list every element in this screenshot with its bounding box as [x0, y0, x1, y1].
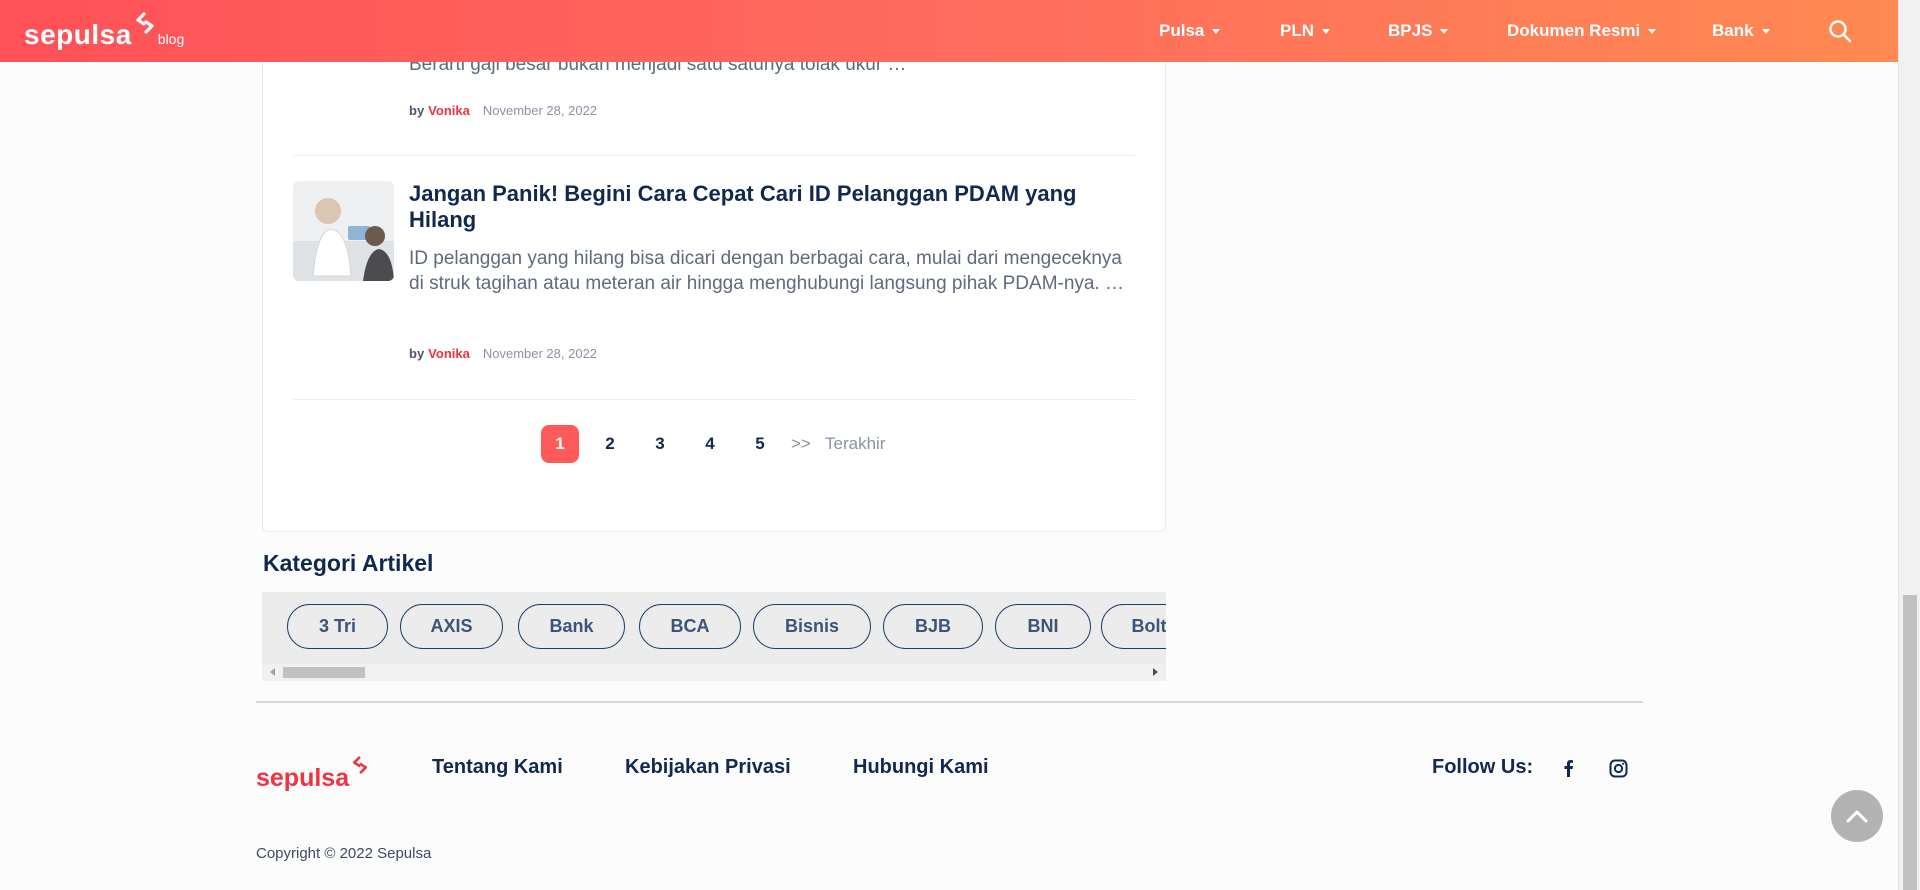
category-chip[interactable]: Bank: [518, 604, 625, 649]
scroll-right-arrow-icon[interactable]: [1153, 668, 1158, 676]
nav-item-label: PLN: [1280, 21, 1314, 40]
page-5-button[interactable]: 5: [741, 425, 779, 463]
scroll-left-arrow-icon[interactable]: [270, 668, 275, 676]
category-chip[interactable]: Bolt: [1101, 604, 1166, 649]
top-navbar: sepulsa blog Pulsa PLN BPJS Dokumen Resm…: [0, 0, 1898, 62]
category-scrollbar-thumb[interactable]: [283, 667, 365, 678]
footer-link-tentang-kami[interactable]: Tentang Kami: [432, 756, 563, 779]
article-divider: [293, 399, 1135, 400]
article-item[interactable]: Jangan Panik! Begini Cara Cepat Cari ID …: [293, 181, 1135, 371]
byline-prefix: by: [409, 346, 425, 361]
follow-us-label: Follow Us:: [1432, 756, 1534, 778]
author-link[interactable]: Vonika: [428, 346, 470, 361]
footer-logo[interactable]: sepulsa: [256, 756, 369, 793]
caret-down-icon: [1761, 28, 1770, 34]
footer-link-kebijakan-privasi[interactable]: Kebijakan Privasi: [625, 756, 791, 779]
category-horizontal-scrollbar[interactable]: [262, 664, 1166, 681]
byline-prefix: by: [409, 103, 425, 118]
instagram-icon[interactable]: [1606, 756, 1630, 780]
footer-link-hubungi-kami[interactable]: Hubungi Kami: [853, 756, 989, 779]
copyright-text: Copyright © 2022 Sepulsa: [256, 845, 432, 862]
article-meta: by Vonika November 28, 2022: [409, 103, 597, 118]
facebook-icon[interactable]: [1556, 756, 1580, 780]
nav-item-pln[interactable]: PLN: [1280, 0, 1330, 62]
caret-down-icon: [1212, 28, 1221, 34]
article-excerpt: ID pelanggan yang hilang bisa dicari den…: [409, 248, 1125, 294]
caret-down-icon: [1648, 28, 1657, 34]
brand-logo[interactable]: sepulsa blog: [24, 12, 184, 51]
nav-item-dokumen-resmi[interactable]: Dokumen Resmi: [1507, 0, 1657, 62]
page-scrollbar-thumb[interactable]: [1903, 595, 1917, 890]
category-chip[interactable]: 3 Tri: [287, 604, 388, 649]
brand-name: sepulsa: [24, 19, 132, 50]
nav-item-label: Bank: [1712, 21, 1754, 40]
nav-item-bank[interactable]: Bank: [1712, 0, 1770, 62]
page-4-button[interactable]: 4: [691, 425, 729, 463]
brand-subtitle: blog: [157, 31, 185, 47]
article-thumbnail[interactable]: [293, 181, 394, 281]
article-divider: [293, 155, 1135, 156]
category-chip[interactable]: BJB: [883, 604, 983, 649]
article-date: November 28, 2022: [482, 346, 598, 361]
footer-divider: [256, 701, 1643, 703]
nav-item-label: BPJS: [1388, 21, 1433, 40]
article-title[interactable]: Jangan Panik! Begini Cara Cepat Cari ID …: [409, 181, 1129, 233]
category-chip[interactable]: BCA: [639, 604, 741, 649]
article-date: November 28, 2022: [482, 103, 598, 118]
nav-item-label: Pulsa: [1159, 21, 1205, 40]
back-to-top-button[interactable]: [1831, 790, 1883, 842]
nav-item-label: Dokumen Resmi: [1507, 21, 1641, 40]
sepulsa-logo-mark-icon: [351, 756, 369, 779]
category-chip[interactable]: Bisnis: [753, 604, 871, 649]
search-icon[interactable]: [1828, 19, 1852, 48]
caret-down-icon: [1322, 28, 1330, 34]
page-2-button[interactable]: 2: [591, 425, 629, 463]
page-3-button[interactable]: 3: [641, 425, 679, 463]
next-page-button[interactable]: >>: [791, 425, 811, 463]
page-scrollbar[interactable]: [1898, 0, 1920, 890]
chevron-up-icon: [1846, 810, 1868, 823]
page-1-button[interactable]: 1: [541, 425, 579, 463]
nav-item-pulsa[interactable]: Pulsa: [1159, 0, 1221, 62]
category-chip-scroller[interactable]: 3 Tri AXIS Bank BCA Bisnis BJB BNI Bolt: [262, 592, 1166, 681]
nav-item-bpjs[interactable]: BPJS: [1388, 0, 1449, 62]
last-page-button[interactable]: Terakhir: [825, 425, 885, 463]
author-link[interactable]: Vonika: [428, 103, 470, 118]
sepulsa-logo-mark-icon: [134, 12, 156, 39]
footer-brand-name: sepulsa: [256, 764, 350, 792]
category-section-title: Kategori Artikel: [263, 550, 434, 576]
category-chip[interactable]: AXIS: [400, 604, 503, 649]
article-meta: by Vonika November 28, 2022: [409, 346, 597, 361]
category-chip[interactable]: BNI: [995, 604, 1091, 649]
caret-down-icon: [1440, 28, 1449, 34]
